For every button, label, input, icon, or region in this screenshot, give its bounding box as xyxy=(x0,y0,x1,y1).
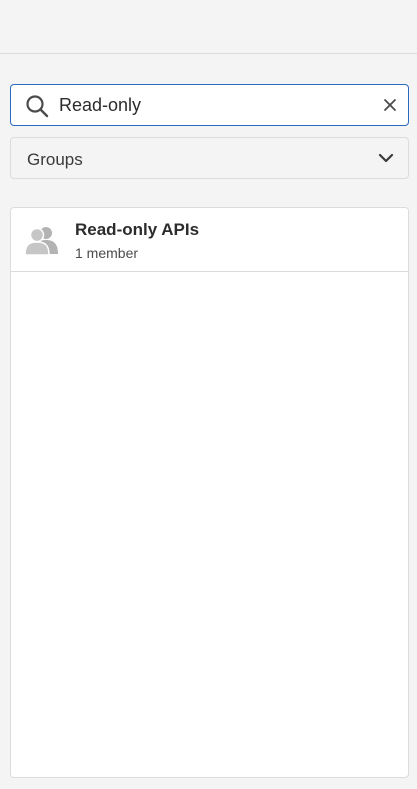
item-title: Read-only APIs xyxy=(75,220,200,239)
search-input[interactable] xyxy=(59,85,369,125)
close-icon[interactable] xyxy=(382,97,398,113)
filter-select-value: Groups xyxy=(27,150,83,169)
chevron-down-icon xyxy=(378,153,394,163)
group-icon xyxy=(25,227,58,255)
search-field[interactable] xyxy=(10,84,409,126)
item-member-count: 1 member xyxy=(75,245,139,261)
filter-select[interactable]: Groups xyxy=(10,137,409,179)
results-list: Read-only APIs 1 member xyxy=(10,207,409,778)
top-bar xyxy=(0,0,417,54)
list-item[interactable]: Read-only APIs 1 member xyxy=(11,208,408,272)
search-icon xyxy=(26,95,49,118)
